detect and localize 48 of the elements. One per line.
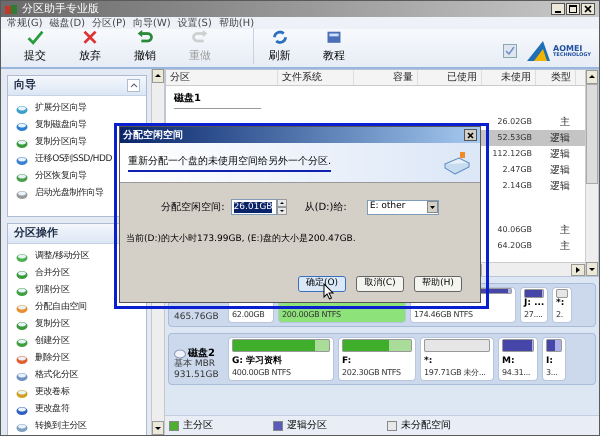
partition-detail: 27....: [524, 309, 544, 320]
table-cell-text: 2.47GB: [502, 164, 533, 176]
partition-detail: 2.: [556, 309, 564, 320]
table-cell-text: 主: [559, 240, 571, 254]
partition-label: M:: [502, 356, 516, 367]
table-cell-text: 逻辑: [549, 148, 571, 162]
table-cell-text: 主: [559, 224, 571, 238]
partition-label: J: ...: [524, 298, 544, 309]
partition-label: *:: [424, 356, 434, 367]
table-cell-text: 逻辑: [549, 132, 571, 146]
table-cell-text: 52.53GB: [496, 132, 533, 144]
field-label: 分配空闲空间:: [161, 200, 225, 214]
disk-type: 基本 MBR: [174, 359, 216, 370]
table-cell-text: 逻辑: [549, 180, 571, 194]
partition-label: *:: [556, 298, 566, 309]
legend-label: 主分区: [183, 418, 213, 433]
partition-detail: 94.31...: [502, 367, 532, 378]
field-label: 从(D:)给:: [304, 200, 347, 214]
table-cell-text: 主: [559, 116, 571, 130]
panel-title: 分区操作: [14, 225, 58, 242]
table-cell-text: 40.06GB: [496, 224, 533, 236]
partition-detail: 174.46GB NTFS: [414, 309, 474, 320]
disk-group-label: 磁盘1: [174, 91, 261, 109]
dialog-description: 重新分配一个盘的未使用空间给另外一个分区.: [128, 154, 332, 172]
info-text: 当前(D:)的大小时173.99GB, (E:)盘的大小是200.47GB.: [125, 233, 357, 246]
window-title: 分区助手专业版: [22, 0, 99, 17]
disk-size: 465.76GB: [174, 312, 220, 323]
dialog-title: 分配空闲空间: [123, 128, 183, 142]
disk-size: 931.51GB: [174, 370, 220, 381]
partition-detail: 62.00GB: [232, 309, 266, 320]
partition-detail: 202.30GB NTFS: [342, 367, 402, 378]
partition-detail: 400.00GB NTFS: [232, 367, 292, 378]
table-cell-text: 2.14GB: [502, 180, 533, 192]
partition-label: G: 学习资料: [232, 356, 284, 367]
legend-label: 逻辑分区: [287, 418, 327, 433]
table-cell-text: 26.02GB: [496, 116, 533, 128]
table-cell-text: 112.12GB: [491, 148, 533, 160]
logo-text: AOMEI: [553, 44, 582, 52]
disk-name: 磁盘2: [188, 348, 215, 359]
legend-label: 未分配空间: [401, 418, 451, 433]
panel-title: 向导: [14, 77, 36, 94]
partition-detail: 3...: [546, 367, 559, 378]
partition-detail: 197.71GB 未分...: [424, 367, 487, 378]
table-cell-text: 逻辑: [549, 164, 571, 178]
partition-detail: 200.00GB NTFS: [282, 309, 342, 320]
partition-label: I:: [546, 356, 554, 367]
table-cell-text: 64.20GB: [496, 240, 533, 252]
partition-label: F:: [342, 356, 352, 367]
